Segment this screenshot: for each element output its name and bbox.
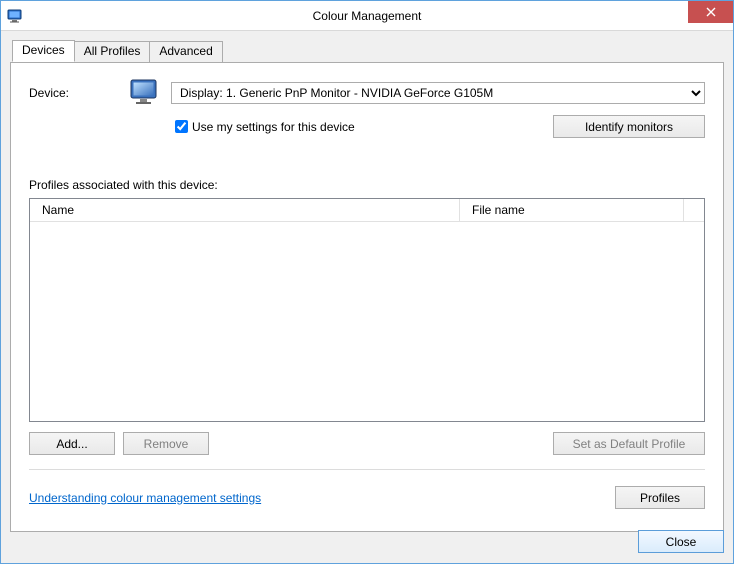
understanding-link[interactable]: Understanding colour management settings (29, 491, 261, 505)
add-button[interactable]: Add... (29, 432, 115, 455)
settings-row: Use my settings for this device Identify… (29, 115, 705, 138)
tabpanel-devices: Device: Display: 1. Generic PnP Monitor … (10, 62, 724, 532)
lv-column-name[interactable]: Name (30, 199, 460, 221)
lv-column-pad (684, 199, 704, 221)
set-default-profile-button: Set as Default Profile (553, 432, 705, 455)
close-icon (706, 7, 716, 17)
lower-row: Understanding colour management settings… (29, 486, 705, 509)
lv-column-filename[interactable]: File name (460, 199, 684, 221)
remove-button: Remove (123, 432, 209, 455)
lv-body (30, 222, 704, 421)
use-my-settings-input[interactable] (175, 120, 188, 133)
app-icon (7, 8, 23, 24)
divider (29, 469, 705, 470)
window-close-button[interactable] (688, 1, 733, 23)
tab-devices[interactable]: Devices (12, 40, 75, 62)
profiles-caption: Profiles associated with this device: (29, 178, 705, 192)
titlebar: Colour Management (1, 1, 733, 31)
use-my-settings-checkbox[interactable]: Use my settings for this device (175, 120, 355, 134)
client-area: Devices All Profiles Advanced Device: (1, 31, 733, 563)
profiles-listview[interactable]: Name File name (29, 198, 705, 422)
device-row: Device: Display: 1. Generic PnP Monitor … (29, 77, 705, 109)
window-title: Colour Management (1, 9, 733, 23)
device-label: Device: (29, 86, 119, 100)
list-buttons-row: Add... Remove Set as Default Profile (29, 432, 705, 455)
use-my-settings-label: Use my settings for this device (192, 120, 355, 134)
monitor-icon (129, 77, 161, 109)
identify-monitors-button[interactable]: Identify monitors (553, 115, 705, 138)
close-bar: Close (10, 530, 724, 553)
tabstrip: Devices All Profiles Advanced (12, 40, 724, 62)
device-select[interactable]: Display: 1. Generic PnP Monitor - NVIDIA… (171, 82, 705, 104)
lv-header: Name File name (30, 199, 704, 222)
profiles-button[interactable]: Profiles (615, 486, 705, 509)
close-button[interactable]: Close (638, 530, 724, 553)
tab-all-profiles[interactable]: All Profiles (74, 41, 151, 63)
tab-advanced[interactable]: Advanced (149, 41, 222, 63)
